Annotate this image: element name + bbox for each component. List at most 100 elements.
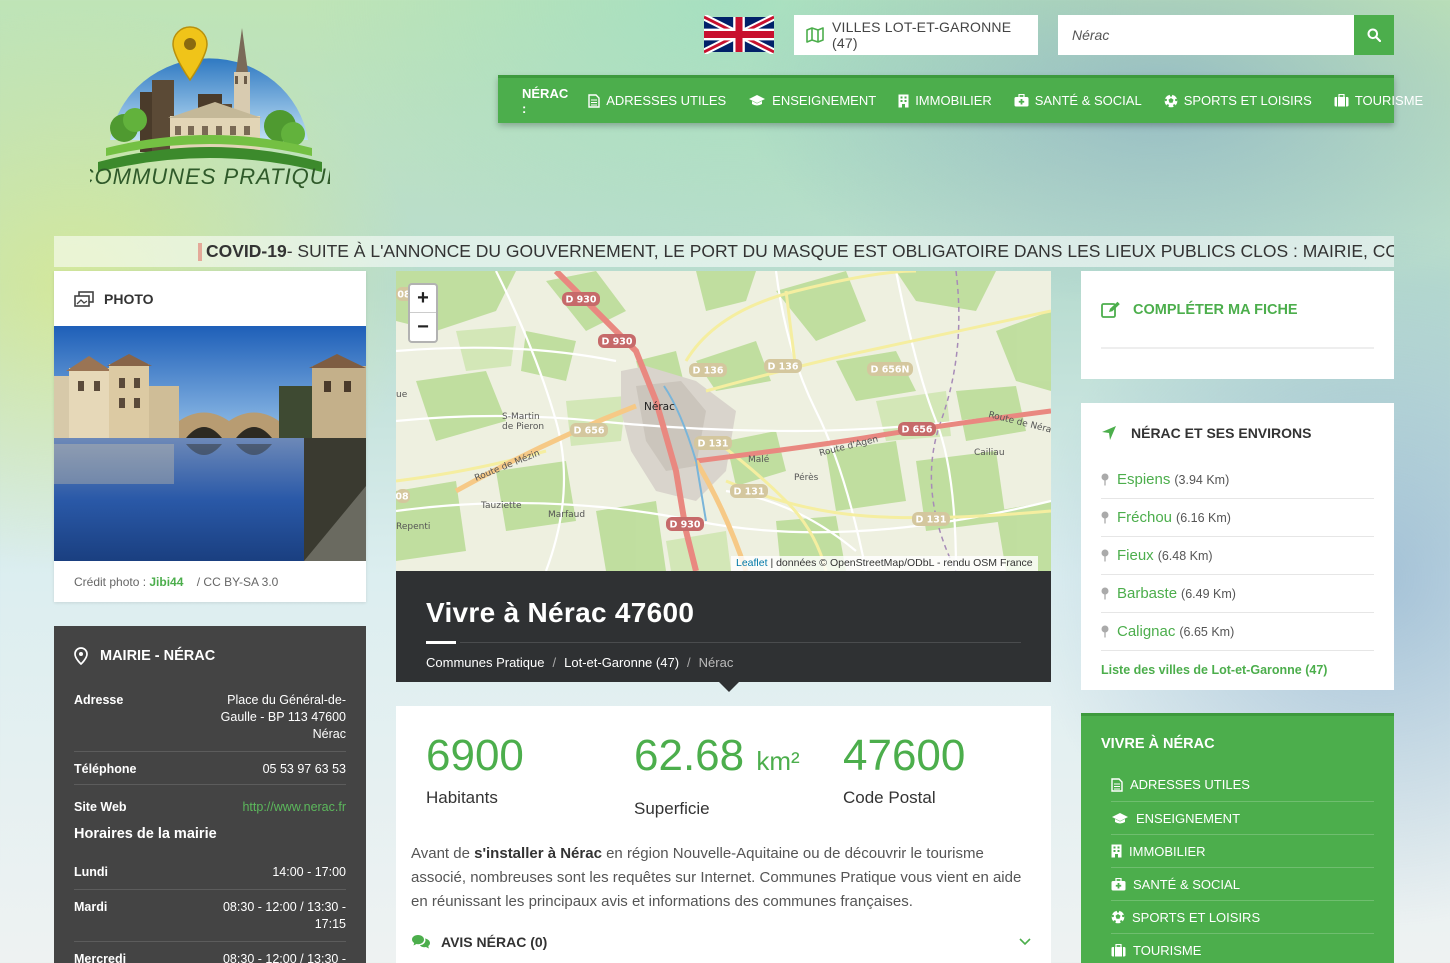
horaire-row: Mercredi 08:30 - 12:00 / 13:30 -	[74, 942, 346, 963]
breadcrumb-departement[interactable]: Lot-et-Garonne (47)	[564, 655, 679, 670]
building-icon	[1111, 844, 1122, 858]
city-map[interactable]: D 930 D 930 D 930 D 136 D 136 D 656N D 6…	[396, 271, 1051, 571]
soccer-ball-icon	[1111, 910, 1125, 924]
soccer-ball-icon	[1164, 93, 1178, 108]
map-road-label: D 131	[697, 439, 728, 450]
website-label: Site Web	[74, 800, 127, 814]
environs-item[interactable]: Fieux (6.48 Km)	[1101, 537, 1374, 575]
breadcrumb-separator: /	[552, 655, 557, 670]
zoom-out-button[interactable]: −	[410, 313, 436, 341]
map-road-label: D 930	[565, 295, 596, 306]
vivre-menu-adresses-utiles[interactable]: ADRESSES UTILES	[1111, 768, 1374, 801]
horaire-row: Lundi 14:00 - 17:00	[74, 854, 346, 890]
ticker-tag: COVID-19	[206, 241, 287, 261]
environs-distance: (6.48 Km)	[1157, 548, 1213, 563]
graduation-cap-icon	[748, 94, 766, 107]
file-icon	[1111, 777, 1123, 792]
website-link[interactable]: http://www.nerac.fr	[242, 799, 346, 816]
nav-adresses-utiles[interactable]: ADRESSES UTILES	[588, 93, 726, 108]
site-logo[interactable]: COMMUNES PRATIQUE	[78, 22, 341, 197]
avis-accordion[interactable]: AVIS NÉRAC (0)	[411, 934, 1031, 950]
environs-name: Barbaste	[1117, 585, 1178, 602]
map-road-label: D 930	[669, 520, 700, 531]
horaire-row: Mardi 08:30 - 12:00 / 13:30 -17:15	[74, 890, 346, 942]
city-stats-card: 6900 Habitants 62.68 km² Superficie 4760…	[396, 706, 1051, 963]
title-box-caret	[719, 682, 739, 692]
vivre-menu-enseignement[interactable]: ENSEIGNEMENT	[1111, 801, 1374, 834]
environs-item[interactable]: Calignac (6.65 Km)	[1101, 613, 1374, 651]
nav-label: ADRESSES UTILES	[606, 93, 727, 108]
map-attribution: Leaflet | données © OpenStreetMap/ODbL -…	[731, 556, 1038, 571]
villes-departement-button[interactable]: VILLES LOT-ET-GARONNE (47)	[794, 15, 1038, 55]
environs-name: Fréchou	[1117, 509, 1173, 526]
complete-fiche-card: COMPLÉTER MA FICHE	[1081, 271, 1394, 379]
environs-header: NÉRAC ET SES ENVIRONS	[1101, 403, 1374, 461]
covid-news-ticker[interactable]: COVID-19 - SUITE À L'ANNONCE DU GOUVERNE…	[54, 236, 1394, 267]
phone-value[interactable]: 05 53 97 63 53	[263, 761, 346, 778]
breadcrumb-home[interactable]: Communes Pratique	[426, 655, 545, 670]
map-place-label: Nérac	[644, 401, 675, 413]
breadcrumb-current: Nérac	[698, 655, 734, 670]
environs-item[interactable]: Espiens (3.94 Km)	[1101, 461, 1374, 499]
search-button[interactable]	[1354, 15, 1394, 55]
mairie-website-row: Site Web http://www.nerac.fr	[74, 785, 346, 818]
photo-card-header: PHOTO	[54, 271, 366, 326]
file-icon	[588, 93, 600, 108]
environs-all-link[interactable]: Liste des villes de Lot-et-Garonne (47)	[1101, 651, 1374, 677]
stat-habitants: 6900 Habitants	[426, 732, 524, 808]
vivre-menu-tourisme[interactable]: TOURISME	[1111, 933, 1374, 963]
environs-title: NÉRAC ET SES ENVIRONS	[1131, 425, 1312, 441]
complete-fiche-link[interactable]: COMPLÉTER MA FICHE	[1101, 271, 1374, 349]
map-place-label: Malé	[748, 454, 770, 465]
photo-card: PHOTO Crédit photo : Jibi44 / CC BY-SA 3…	[54, 271, 366, 602]
map-pin-icon	[1101, 625, 1109, 638]
map-place-label: S-Martin	[502, 412, 540, 422]
city-title-box: Vivre à Nérac 47600 Communes Pratique / …	[396, 571, 1051, 682]
city-photo[interactable]	[54, 326, 366, 561]
breadcrumb: Communes Pratique / Lot-et-Garonne (47) …	[426, 655, 1021, 670]
vivre-menu-title: VIVRE À NÉRAC	[1101, 736, 1215, 752]
nav-label: SANTÉ & SOCIAL	[1034, 93, 1142, 108]
vivre-menu-card: VIVRE À NÉRAC ADRESSES UTILES ENSEIGNEME…	[1081, 713, 1394, 963]
horaire-hours: 14:00 - 17:00	[272, 865, 346, 879]
photo-author-link[interactable]: Jibi44	[149, 575, 183, 589]
nav-label: ENSEIGNEMENT	[772, 93, 877, 108]
mairie-address-row: Adresse Place du Général-de- Gaulle - BP …	[74, 684, 346, 752]
map-icon	[806, 27, 824, 43]
nav-label: IMMOBILIER	[915, 93, 992, 108]
nav-sports-loisirs[interactable]: SPORTS ET LOISIRS	[1164, 93, 1312, 108]
photo-credit-label: Crédit photo :	[74, 575, 150, 589]
nav-immobilier[interactable]: IMMOBILIER	[898, 93, 992, 108]
superficie-value: 62.68	[634, 731, 745, 780]
nav-enseignement[interactable]: ENSEIGNEMENT	[748, 93, 876, 108]
zoom-in-button[interactable]: +	[410, 285, 436, 313]
mairie-header: MAIRIE - NÉRAC	[74, 626, 346, 684]
nav-tourisme[interactable]: TOURISME	[1334, 93, 1423, 108]
mairie-phone-row: Téléphone 05 53 97 63 53	[74, 752, 346, 785]
environs-name: Fieux	[1117, 547, 1154, 564]
english-flag-icon[interactable]	[702, 13, 776, 56]
superficie-unit: km²	[756, 746, 800, 776]
nav-sante-social[interactable]: SANTÉ & SOCIAL	[1014, 93, 1142, 108]
address-value: Place du Général-de- Gaulle - BP 113 4760…	[220, 693, 346, 741]
attribution-text: | données © OpenStreetMap/ODbL - rendu O…	[767, 557, 1033, 569]
title-underline	[426, 641, 456, 644]
map-road-label: D 131	[915, 515, 946, 526]
vivre-menu-sante-social[interactable]: SANTÉ & SOCIAL	[1111, 867, 1374, 900]
map-marker-icon	[74, 647, 88, 665]
location-arrow-icon	[1101, 425, 1117, 441]
breadcrumb-separator: /	[687, 655, 691, 670]
images-icon	[74, 290, 94, 307]
map-road-label: D 656	[573, 426, 604, 437]
vivre-menu-label: SANTÉ & SOCIAL	[1133, 876, 1240, 892]
environs-distance: (6.49 Km)	[1181, 586, 1236, 601]
environs-item[interactable]: Barbaste (6.49 Km)	[1101, 575, 1374, 613]
vivre-menu-sports-loisirs[interactable]: SPORTS ET LOISIRS	[1111, 900, 1374, 933]
chevron-down-icon	[1019, 938, 1031, 946]
environs-item[interactable]: Fréchou (6.16 Km)	[1101, 499, 1374, 537]
vivre-menu-immobilier[interactable]: IMMOBILIER	[1111, 834, 1374, 867]
leaflet-link[interactable]: Leaflet	[736, 557, 768, 569]
top-navigation: NÉRAC : ADRESSES UTILES ENSEIGNEMENT IMM…	[498, 75, 1423, 123]
habitants-value: 6900	[426, 731, 524, 780]
search-input[interactable]	[1058, 15, 1354, 55]
